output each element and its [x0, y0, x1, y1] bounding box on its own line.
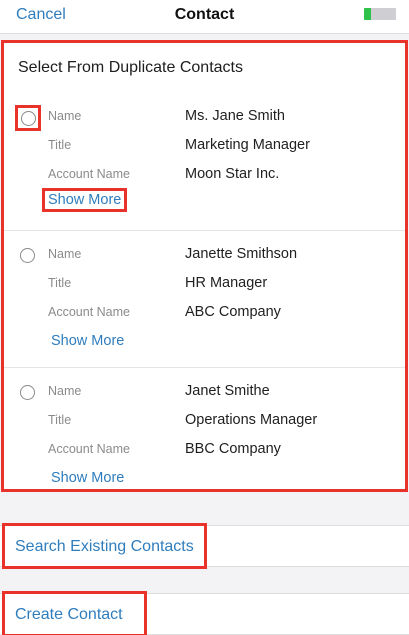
select-contact-radio[interactable] [16, 381, 40, 405]
name-label: Name [48, 384, 82, 398]
name-row: Name Ms. Jane Smith [48, 108, 388, 129]
title-label: Title [48, 413, 72, 427]
radio-circle-icon [20, 248, 35, 263]
name-value: Janet Smithe [185, 383, 270, 399]
duplicate-contact-item: Name Janet Smithe Title Operations Manag… [4, 367, 405, 504]
search-existing-contacts-link[interactable]: Search Existing Contacts [15, 538, 194, 556]
show-more-link[interactable]: Show More [48, 468, 127, 488]
name-value: Janette Smithson [185, 246, 298, 262]
show-more-link[interactable]: Show More [48, 331, 127, 351]
battery-icon [364, 8, 396, 20]
select-contact-radio[interactable] [15, 105, 41, 131]
page-title: Contact [174, 6, 235, 23]
title-label: Title [48, 138, 72, 152]
radio-circle-icon [20, 385, 35, 400]
search-existing-contacts-row[interactable]: Search Existing Contacts [0, 523, 409, 569]
account-value: BBC Company [185, 441, 281, 457]
account-label: Account Name [48, 442, 130, 456]
account-value: ABC Company [185, 304, 281, 320]
name-row: Name Janette Smithson [48, 246, 388, 267]
account-row: Account Name Moon Star Inc. [48, 166, 388, 187]
nav-header: Cancel Contact [0, 0, 409, 34]
duplicate-contacts-heading: Select From Duplicate Contacts [18, 59, 243, 76]
name-label: Name [48, 109, 82, 123]
account-row: Account Name BBC Company [48, 441, 388, 462]
title-value: Operations Manager [185, 412, 318, 428]
name-label: Name [48, 247, 82, 261]
title-row: Title Marketing Manager [48, 137, 388, 158]
account-label: Account Name [48, 167, 130, 181]
battery-level-fill [364, 8, 372, 20]
duplicate-contact-item: Name Ms. Jane Smith Title Marketing Mana… [4, 93, 405, 230]
create-contact-link[interactable]: Create Contact [15, 606, 123, 624]
title-value: HR Manager [185, 275, 268, 291]
title-value: Marketing Manager [185, 137, 310, 153]
create-contact-row[interactable]: Create Contact [0, 591, 409, 635]
name-value: Ms. Jane Smith [185, 108, 285, 124]
duplicate-contact-item: Name Janette Smithson Title HR Manager A… [4, 230, 405, 367]
title-row: Title HR Manager [48, 275, 388, 296]
show-more-link[interactable]: Show More [42, 188, 128, 212]
duplicate-contacts-panel: Select From Duplicate Contacts Name Ms. … [1, 40, 408, 492]
account-label: Account Name [48, 305, 130, 319]
account-value: Moon Star Inc. [185, 166, 280, 182]
name-row: Name Janet Smithe [48, 383, 388, 404]
account-row: Account Name ABC Company [48, 304, 388, 325]
select-contact-radio[interactable] [16, 244, 40, 268]
title-row: Title Operations Manager [48, 412, 388, 433]
title-label: Title [48, 276, 72, 290]
radio-circle-icon [21, 111, 36, 126]
